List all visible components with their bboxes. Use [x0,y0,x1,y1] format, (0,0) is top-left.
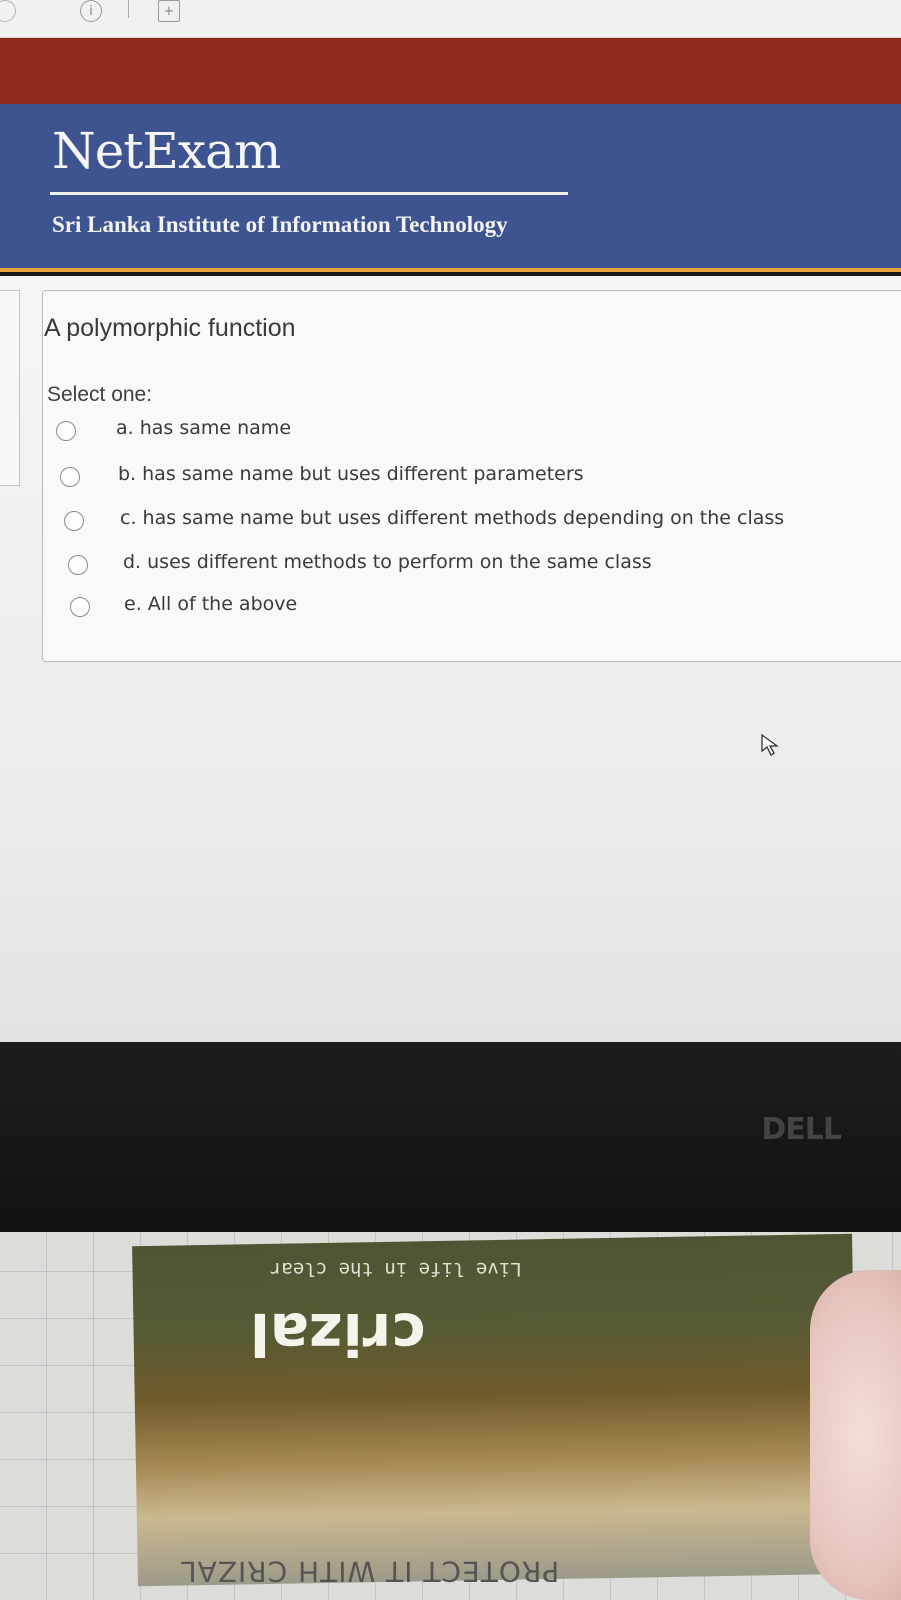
radio-button[interactable] [64,511,84,531]
reload-icon[interactable] [0,0,16,22]
cloth-tagline: Live life in the clear [270,1258,522,1280]
option-label: c. has same name but uses different meth… [120,507,785,529]
monitor-brand-logo: DELL [761,1112,842,1147]
mouse-cursor-icon [761,733,779,756]
radio-button[interactable] [56,421,76,441]
option-label: a. has same name [116,417,292,439]
site-logo[interactable]: NetExam [52,122,281,180]
navigation-panel-edge[interactable] [0,290,20,486]
radio-button[interactable] [68,555,88,575]
hand [810,1270,901,1600]
option-label: d. uses different methods to perform on … [123,551,652,573]
info-icon[interactable]: i [80,0,102,22]
cleaning-cloth [132,1233,858,1587]
answer-option-c[interactable]: c. has same name but uses different meth… [64,507,844,533]
answer-option-b[interactable]: b. has same name but uses different para… [60,463,620,489]
institution-name: Sri Lanka Institute of Information Techn… [52,212,508,237]
select-one-label: Select one: [47,383,153,406]
option-label: b. has same name but uses different para… [118,463,584,485]
cloth-brand-logo: crizal [250,1300,426,1368]
answer-option-e[interactable]: e. All of the above [70,593,330,619]
site-header: NetExam Sri Lanka Institute of Informati… [0,104,901,272]
monitor-bezel: DELL [0,1042,901,1232]
toolbar-divider [128,0,129,18]
new-tab-icon[interactable]: + [158,0,180,22]
option-label: e. All of the above [124,593,298,615]
browser-toolbar: i + [0,0,901,38]
logo-divider [50,192,568,195]
answer-option-a[interactable]: a. has same name [56,417,316,443]
answer-option-d[interactable]: d. uses different methods to perform on … [68,551,708,577]
cloth-footer-text: PROTECT IT WITH CRIZAL [180,1555,560,1588]
radio-button[interactable] [60,467,80,487]
brand-band [0,38,901,104]
question-text: A polymorphic function [44,314,296,342]
radio-button[interactable] [70,597,90,617]
